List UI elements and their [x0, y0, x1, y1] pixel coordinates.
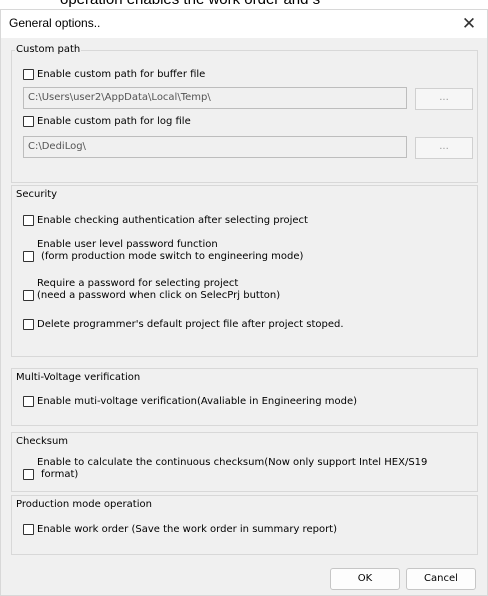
buffer-browse-button[interactable]: ...: [415, 88, 473, 110]
general-options-dialog: General options.. ✕ Custom path Enable c…: [0, 9, 488, 596]
cancel-button[interactable]: Cancel: [406, 568, 476, 590]
dialog-title: General options..: [9, 16, 101, 30]
buffer-path-input[interactable]: C:\Users\user2\AppData\Local\Temp\: [23, 87, 407, 109]
checksum-checkbox-label: Enable to calculate the continuous check…: [37, 457, 427, 481]
user-password-checkbox[interactable]: Enable user level password function (for…: [23, 239, 303, 263]
checksum-label: Checksum: [15, 436, 70, 447]
log-path-checkbox-label: Enable custom path for log file: [37, 116, 191, 127]
security-group: [11, 185, 478, 357]
checkbox-box[interactable]: [23, 290, 34, 301]
project-password-line2: (need a password when click on SelecPrj …: [37, 290, 281, 301]
user-password-line2: (form production mode switch to engineer…: [41, 251, 304, 262]
buffer-path-checkbox-label: Enable custom path for buffer file: [37, 69, 206, 80]
checkbox-box[interactable]: [23, 251, 34, 262]
auth-check-label: Enable checking authentication after sel…: [37, 215, 308, 226]
delete-project-file-label: Delete programmer's default project file…: [37, 319, 344, 330]
multi-voltage-label: Multi-Voltage verification: [15, 372, 142, 383]
user-password-label: Enable user level password function (for…: [37, 239, 303, 263]
work-order-checkbox-label: Enable work order (Save the work order i…: [37, 524, 338, 535]
work-order-checkbox[interactable]: Enable work order (Save the work order i…: [23, 524, 337, 536]
checkbox-box[interactable]: [23, 215, 34, 226]
multi-voltage-checkbox-label: Enable muti-voltage verification(Avaliab…: [37, 396, 358, 407]
checkbox-box[interactable]: [23, 469, 34, 480]
log-path-input[interactable]: C:\DediLog\: [23, 136, 407, 158]
project-password-line1: Require a password for selecting project: [37, 278, 239, 289]
log-browse-button[interactable]: ...: [415, 137, 473, 159]
log-path-checkbox[interactable]: Enable custom path for log file: [23, 116, 191, 128]
project-password-checkbox[interactable]: Require a password for selecting project…: [23, 278, 280, 302]
project-password-label: Require a password for selecting project…: [37, 278, 280, 302]
checkbox-box[interactable]: [23, 116, 34, 127]
background-caption-text: operation enables the work order and s: [60, 0, 320, 8]
auth-check-checkbox[interactable]: Enable checking authentication after sel…: [23, 215, 308, 227]
multi-voltage-checkbox[interactable]: Enable muti-voltage verification(Avaliab…: [23, 396, 357, 408]
buffer-path-checkbox[interactable]: Enable custom path for buffer file: [23, 69, 205, 81]
checkbox-box[interactable]: [23, 69, 34, 80]
checksum-line1: Enable to calculate the continuous check…: [37, 457, 428, 468]
security-label: Security: [15, 189, 59, 200]
user-password-line1: Enable user level password function: [37, 239, 218, 250]
production-mode-label: Production mode operation: [15, 499, 153, 510]
checkbox-box[interactable]: [23, 319, 34, 330]
checkbox-box[interactable]: [23, 396, 34, 407]
ok-button[interactable]: OK: [330, 568, 400, 590]
close-icon[interactable]: ✕: [457, 12, 481, 36]
title-bar: General options.. ✕: [1, 10, 487, 38]
delete-project-file-checkbox[interactable]: Delete programmer's default project file…: [23, 319, 344, 331]
background-caption: operation enables the work order and s: [0, 0, 488, 9]
custom-path-label: Custom path: [15, 44, 82, 55]
checkbox-box[interactable]: [23, 524, 34, 535]
checksum-line2: format): [41, 469, 79, 480]
checksum-checkbox[interactable]: Enable to calculate the continuous check…: [23, 457, 427, 481]
